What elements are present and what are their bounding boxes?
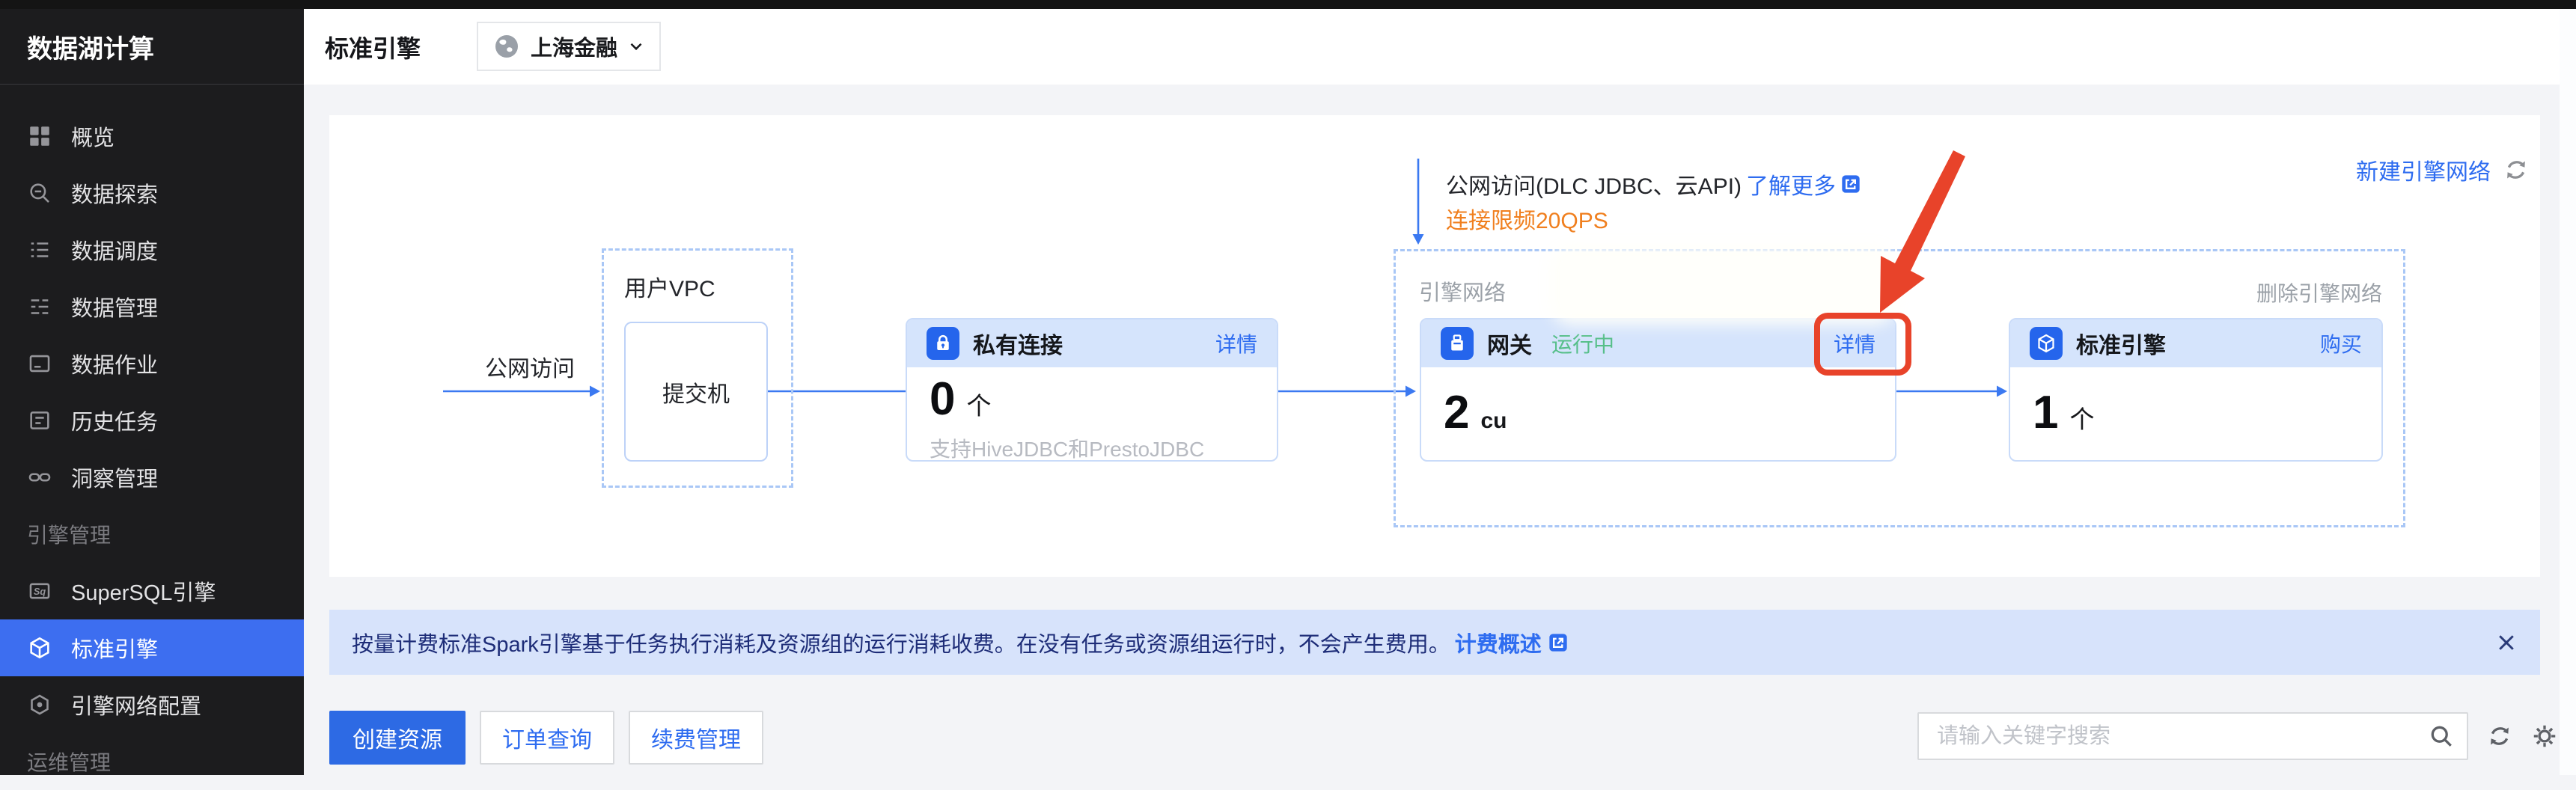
renewal-manage-button[interactable]: 续费管理 — [629, 711, 763, 765]
search-icon[interactable] — [2428, 723, 2455, 750]
supersql-icon: Sq — [27, 578, 52, 604]
gateway-card-header: 网关 运行中 详情 — [1421, 319, 1895, 367]
standard-engine-unit: 个 — [2069, 405, 2095, 433]
gateway-count: 2 — [1444, 387, 1470, 438]
page-header: 标准引擎 上海金融 — [304, 9, 2576, 85]
overview-icon — [27, 123, 52, 149]
region-selector[interactable]: 上海金融 — [477, 22, 662, 71]
qps-limit-label: 连接限频20QPS — [1446, 209, 1608, 233]
gateway-title: 网关 — [1487, 334, 1532, 358]
delete-engine-network-link[interactable]: 删除引擎网络 — [2256, 278, 2382, 307]
gear-icon[interactable] — [2531, 723, 2558, 750]
job-icon — [27, 351, 52, 376]
explore-icon — [27, 180, 52, 206]
private-link-card: 私有连接 详情 0 个 支持HiveJDBC和PrestoJDBC — [906, 318, 1278, 462]
region-label: 上海金融 — [531, 37, 618, 61]
insight-icon — [27, 465, 52, 490]
external-link-icon — [1548, 632, 1569, 653]
sidebar-item-洞察管理[interactable]: 洞察管理 — [0, 449, 304, 506]
annotation-text: 公网访问(DLC JDBC、云API) — [1446, 174, 1742, 199]
history-icon — [27, 408, 52, 433]
globe-icon — [492, 31, 522, 61]
private-link-count: 0 — [930, 373, 956, 425]
billing-overview-link[interactable]: 计费概述 — [1455, 627, 1569, 658]
standard-engine-buy-link[interactable]: 购买 — [2320, 328, 2362, 358]
gateway-card: 网关 运行中 详情 2 cu — [1420, 318, 1896, 462]
netconfig-icon — [27, 692, 52, 717]
standard-engine-title: 标准引擎 — [2076, 334, 2166, 358]
cube-icon — [2030, 327, 2063, 360]
close-icon[interactable] — [2495, 631, 2518, 654]
sidebar-item-数据探索[interactable]: 数据探索 — [0, 165, 304, 221]
sidebar-nav: 概览 数据探索 数据调度 数据管理 数据作业 历史任务 洞察管理 引擎管理 Sq… — [0, 108, 304, 790]
standard-engine-card-header: 标准引擎 购买 — [2010, 319, 2381, 367]
product-title: 数据湖计算 — [0, 9, 304, 85]
billing-notice-text: 按量计费标准Spark引擎基于任务执行消耗及资源组的运行消耗收费。在没有任务或资… — [352, 632, 1450, 657]
sidebar-item-数据调度[interactable]: 数据调度 — [0, 221, 304, 278]
learn-more-link[interactable]: 了解更多 — [1746, 168, 1836, 200]
private-link-caption: 支持HiveJDBC和PrestoJDBC — [930, 438, 1205, 462]
public-access-label: 公网访问 — [485, 357, 575, 382]
order-query-button[interactable]: 订单查询 — [480, 711, 614, 765]
cube-icon — [27, 635, 52, 661]
standard-engine-count: 1 — [2033, 387, 2059, 438]
engine-network-label: 引擎网络 — [1419, 281, 1507, 305]
chevron-down-icon — [626, 37, 646, 56]
private-link-title: 私有连接 — [973, 334, 1063, 358]
sidebar-item-数据管理[interactable]: 数据管理 — [0, 278, 304, 335]
gateway-unit: cu — [1480, 408, 1507, 433]
scrollbar-track[interactable] — [2560, 9, 2576, 775]
user-vpc-label: 用户VPC — [624, 277, 715, 301]
sidebar-item-标准引擎[interactable]: 标准引擎 — [0, 619, 304, 676]
gateway-status: 运行中 — [1551, 333, 1615, 356]
new-engine-network-link[interactable]: 新建引擎网络 — [2356, 153, 2491, 186]
public-access-annotation: 公网访问(DLC JDBC、云API) 了解更多 — [1446, 168, 1861, 200]
sidebar-item-引擎网络配置[interactable]: 引擎网络配置 — [0, 676, 304, 733]
top-strip — [0, 0, 2576, 9]
refresh-icon[interactable] — [2486, 723, 2513, 750]
svg-text:Sq: Sq — [34, 586, 46, 597]
lock-icon — [927, 327, 959, 360]
private-link-unit: 个 — [966, 392, 992, 420]
search-box — [1917, 712, 2468, 760]
sidebar-section-运维管理: 运维管理 — [27, 751, 112, 774]
private-link-detail-link[interactable]: 详情 — [1215, 328, 1257, 358]
schedule-icon — [27, 237, 52, 263]
redacted-network-name — [1560, 256, 1887, 314]
toolbar: 创建资源 订单查询 续费管理 — [329, 711, 763, 765]
search-input[interactable] — [1917, 712, 2468, 760]
standard-engine-card: 标准引擎 购买 1 个 — [2009, 318, 2383, 462]
sidebar-section-引擎管理: 引擎管理 — [27, 524, 112, 547]
manage-icon — [27, 294, 52, 319]
search-area — [1917, 712, 2558, 760]
sidebar-item-概览[interactable]: 概览 — [0, 108, 304, 165]
private-link-card-header: 私有连接 详情 — [907, 319, 1277, 367]
page-title: 标准引擎 — [325, 34, 421, 62]
sidebar-item-历史任务[interactable]: 历史任务 — [0, 392, 304, 449]
gateway-detail-link[interactable]: 详情 — [1834, 328, 1875, 358]
sidebar-item-SuperSQL引擎[interactable]: Sq SuperSQL引擎 — [0, 563, 304, 619]
submit-machine-box: 提交机 — [624, 322, 768, 462]
sidebar-item-数据作业[interactable]: 数据作业 — [0, 335, 304, 392]
create-resource-button[interactable]: 创建资源 — [329, 711, 466, 765]
new-network-area: 新建引擎网络 — [2356, 153, 2530, 186]
gateway-icon — [1441, 327, 1474, 360]
external-link-icon — [1840, 174, 1861, 195]
refresh-icon[interactable] — [2503, 156, 2530, 183]
billing-notice-bar: 按量计费标准Spark引擎基于任务执行消耗及资源组的运行消耗收费。在没有任务或资… — [329, 610, 2540, 675]
sidebar: 数据湖计算 概览 数据探索 数据调度 数据管理 数据作业 历史任务 洞察管理 引… — [0, 9, 304, 775]
